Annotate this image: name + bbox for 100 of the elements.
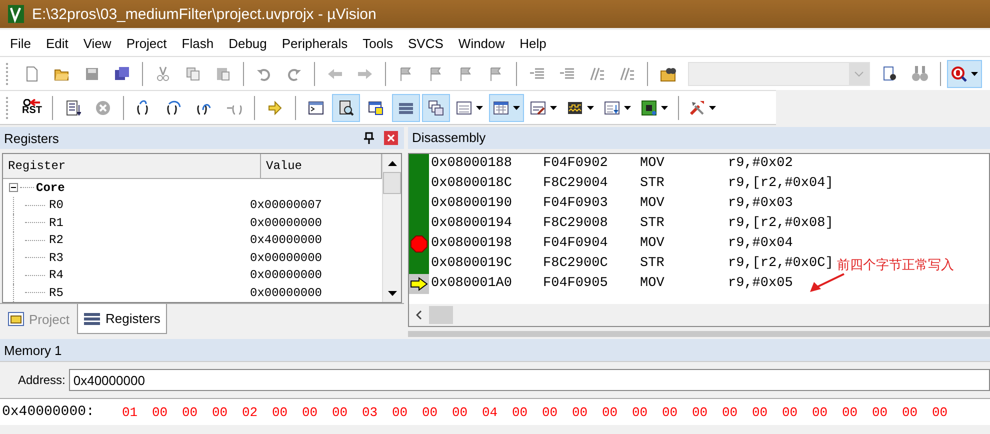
paste-icon xyxy=(215,66,231,82)
memory-byte: 00 xyxy=(302,404,319,420)
caret-icon[interactable] xyxy=(661,106,668,110)
call-stack-window-icon xyxy=(428,100,444,116)
registers-window-button[interactable] xyxy=(392,94,420,122)
caret-icon[interactable] xyxy=(550,106,557,110)
caret-icon[interactable] xyxy=(513,106,520,110)
register-name[interactable]: R5 xyxy=(49,286,250,300)
call-stack-window-button[interactable] xyxy=(422,94,450,122)
memory-window-button[interactable] xyxy=(489,94,524,122)
arrow-icon xyxy=(267,100,283,116)
window-title: E:\32pros\03_mediumFilter\project.uvprojx - µVision xyxy=(32,6,376,22)
menu-item[interactable]: SVCS xyxy=(401,36,452,50)
app-logo-icon xyxy=(8,5,24,23)
registers-icon xyxy=(84,312,100,326)
instruction-address: 0x08000198 xyxy=(431,236,514,252)
folder-binoculars-icon xyxy=(660,66,676,82)
pin-icon[interactable] xyxy=(364,132,374,144)
memory-byte: 00 xyxy=(392,404,409,420)
serial-window-icon xyxy=(530,100,546,116)
register-name[interactable]: R4 xyxy=(49,268,250,282)
register-name[interactable]: R1 xyxy=(49,216,250,230)
uncomment-icon xyxy=(619,66,635,82)
menu-item[interactable]: Peripherals xyxy=(274,36,356,50)
memory-byte: 00 xyxy=(182,404,199,420)
register-name[interactable]: R0 xyxy=(49,198,250,212)
instruction-operands: r9,[r2,#0x08] xyxy=(728,216,834,232)
column-header[interactable]: Register xyxy=(3,154,261,178)
instruction-operands: r9,#0x02 xyxy=(728,156,793,172)
register-value: 0x00000000 xyxy=(250,250,322,265)
scroll-thumb[interactable] xyxy=(429,306,453,324)
project-icon xyxy=(8,312,24,326)
run-icon xyxy=(65,100,81,116)
memory-byte: 00 xyxy=(692,404,709,420)
find-document-icon xyxy=(882,66,898,82)
close-icon[interactable] xyxy=(384,131,398,145)
disassembly-window-button[interactable] xyxy=(332,94,360,122)
trace-window-icon xyxy=(604,100,620,116)
instruction-mnemonic: STR xyxy=(640,216,666,232)
instruction-operands: r9,[r2,#0x0C] xyxy=(728,256,834,272)
memory-byte: 00 xyxy=(452,404,469,420)
memory-byte: 00 xyxy=(932,404,949,420)
flag-icon xyxy=(488,66,504,82)
menu-item[interactable]: Window xyxy=(451,36,513,50)
memory-byte: 00 xyxy=(212,404,229,420)
memory-byte: 00 xyxy=(542,404,559,420)
command-window-icon xyxy=(308,100,324,116)
step-over-icon xyxy=(166,100,182,116)
register-value: 0x00000000 xyxy=(250,216,322,230)
menu-item[interactable]: Project xyxy=(119,36,175,50)
register-group[interactable]: Core xyxy=(36,180,65,195)
menu-item[interactable]: Help xyxy=(512,36,554,50)
instruction-opcode: F04F0902 xyxy=(543,156,609,172)
menu-item[interactable]: Debug xyxy=(222,36,275,50)
memory-byte: 04 xyxy=(482,404,499,420)
instruction-operands: r9,#0x03 xyxy=(728,196,793,212)
instruction-opcode: F04F0903 xyxy=(543,196,609,212)
memory-byte: 00 xyxy=(842,404,859,420)
panel-tab[interactable]: Registers xyxy=(77,304,168,334)
memory-byte: 02 xyxy=(242,404,259,420)
caret-icon[interactable] xyxy=(971,72,978,76)
vertical-scrollbar[interactable] xyxy=(382,154,401,302)
instruction-mnemonic: MOV xyxy=(640,156,666,172)
memory-byte: 03 xyxy=(362,404,379,420)
menu-item[interactable]: Edit xyxy=(38,36,76,50)
caret-icon[interactable] xyxy=(624,106,631,110)
scroll-thumb[interactable] xyxy=(383,172,401,194)
scroll-up-icon[interactable] xyxy=(388,160,396,166)
scroll-left-icon[interactable] xyxy=(416,310,422,320)
memory-byte: 00 xyxy=(812,404,829,420)
register-value: 0x40000000 xyxy=(250,233,322,248)
memory-byte: 00 xyxy=(422,404,439,420)
caret-icon[interactable] xyxy=(476,106,483,110)
debug-magnifier-button[interactable] xyxy=(947,60,982,88)
horizontal-scrollbar[interactable] xyxy=(409,304,989,326)
register-name[interactable]: R3 xyxy=(49,250,250,265)
menu-item[interactable]: Tools xyxy=(356,36,402,50)
caret-icon[interactable] xyxy=(587,106,594,110)
instruction-operands: r9,#0x04 xyxy=(728,236,793,252)
memory-byte: 00 xyxy=(872,404,889,420)
caret-icon[interactable] xyxy=(709,106,716,110)
menu-item[interactable]: View xyxy=(76,36,120,50)
flag-icon xyxy=(428,66,444,82)
reset-button[interactable]: RST xyxy=(18,94,46,122)
outdent-icon xyxy=(559,66,575,82)
address-field[interactable]: 0x40000000 xyxy=(69,369,990,391)
indent-icon xyxy=(529,66,545,82)
collapse-icon[interactable] xyxy=(9,183,18,192)
register-name[interactable]: R2 xyxy=(49,233,250,248)
debug-magnifier-icon xyxy=(951,66,967,82)
menu-item[interactable]: File xyxy=(3,36,39,50)
instruction-address: 0x080001A0 xyxy=(431,276,514,292)
instruction-mnemonic: STR xyxy=(640,256,666,272)
panel-title: Disassembly xyxy=(412,130,486,146)
menu-item[interactable]: Flash xyxy=(174,36,222,50)
tools-icon xyxy=(689,100,705,116)
logic-analyzer-icon xyxy=(567,100,583,116)
memory-byte: 01 xyxy=(122,404,139,420)
scroll-down-icon[interactable] xyxy=(388,290,396,296)
instruction-opcode: F04F0904 xyxy=(543,236,609,252)
